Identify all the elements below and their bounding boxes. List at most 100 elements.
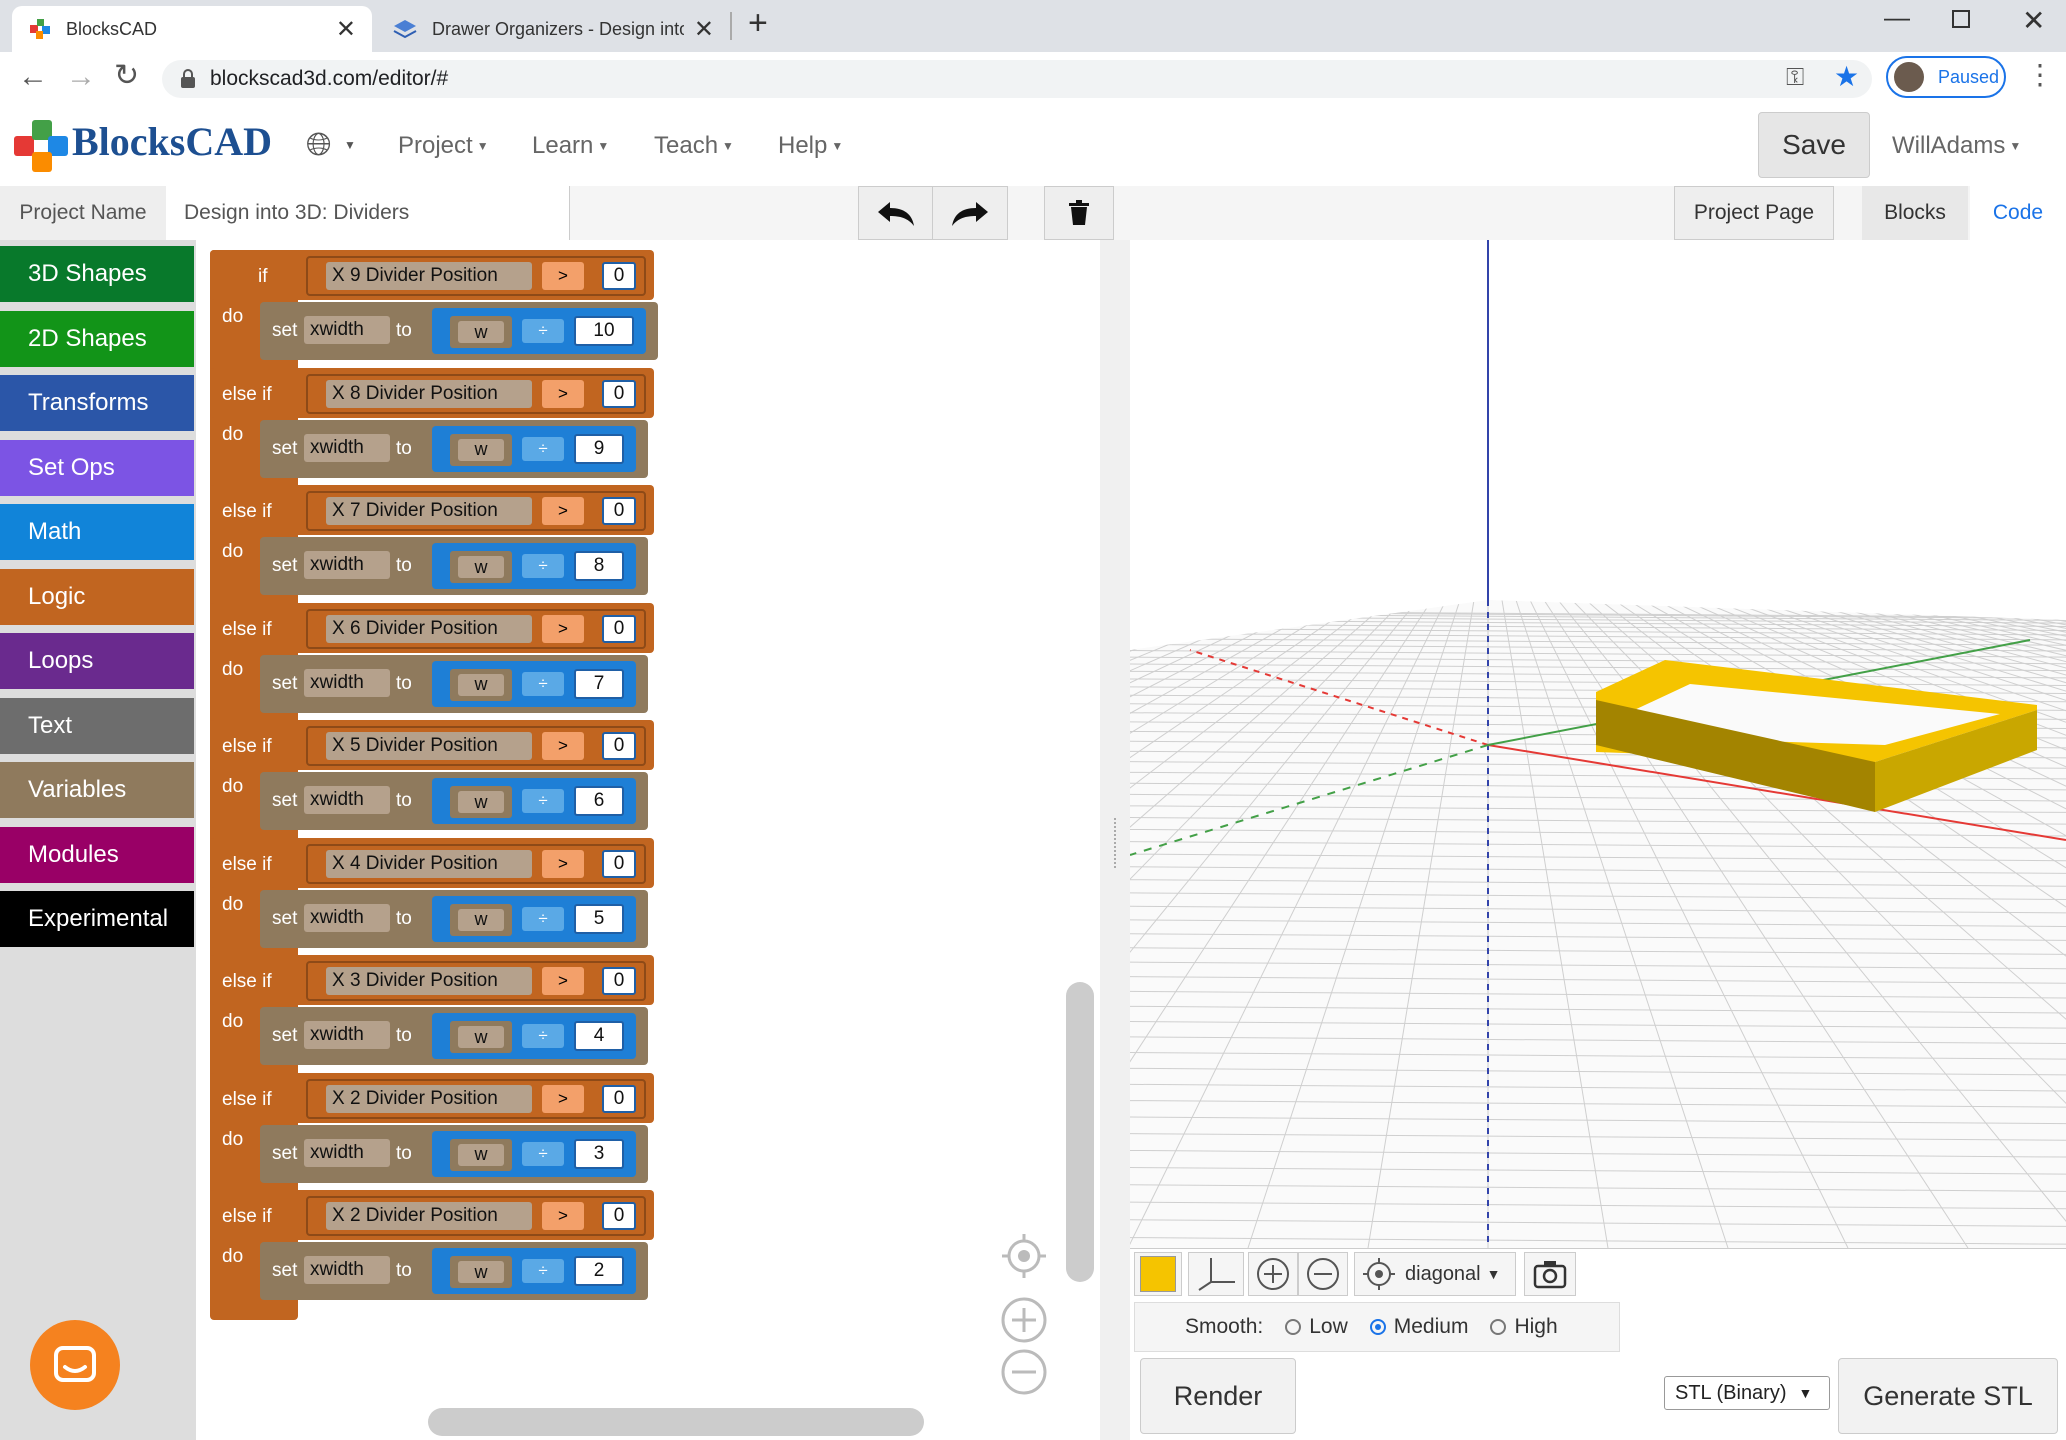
category-variables[interactable]: Variables	[0, 762, 194, 818]
recenter-icon[interactable]	[1000, 1232, 1048, 1285]
smooth-radio-low[interactable]	[1285, 1319, 1302, 1335]
dividend-variable[interactable]: w	[458, 438, 504, 461]
compare-value[interactable]: 0	[602, 732, 636, 760]
render-button[interactable]: Render	[1140, 1358, 1296, 1434]
dividend-variable[interactable]: w	[458, 321, 504, 343]
compare-value[interactable]: 0	[602, 967, 636, 995]
panel-splitter[interactable]	[1100, 240, 1130, 1440]
project-page-button[interactable]: Project Page	[1674, 186, 1834, 240]
blockscad-logo[interactable]	[12, 116, 72, 181]
browser-menu-icon[interactable]: ⋮	[2026, 58, 2054, 91]
browser-tab-blockscad[interactable]: BlocksCAD ✕	[12, 6, 372, 52]
compare-value[interactable]: 0	[602, 497, 636, 525]
divide-operator[interactable]: ÷	[522, 554, 564, 578]
divide-operator[interactable]: ÷	[522, 1141, 564, 1166]
compare-operator[interactable]: >	[542, 379, 584, 408]
dividend-variable[interactable]: w	[458, 673, 504, 696]
restore-window-icon[interactable]	[1952, 10, 1970, 28]
zoom-out-icon[interactable]	[1000, 1348, 1048, 1401]
divide-operator[interactable]: ÷	[522, 1024, 564, 1048]
viewer-zoom-in-button[interactable]	[1248, 1252, 1298, 1296]
category-3d-shapes[interactable]: 3D Shapes	[0, 246, 194, 302]
delete-button[interactable]	[1044, 186, 1114, 240]
redo-button[interactable]	[932, 186, 1008, 240]
project-name-input[interactable]: Design into 3D: Dividers	[166, 186, 570, 240]
compare-operator[interactable]: >	[542, 967, 584, 995]
condition-variable[interactable]: X 5 Divider Position	[326, 732, 532, 760]
condition-variable[interactable]: X 7 Divider Position	[326, 497, 532, 525]
dividend-variable[interactable]: w	[458, 791, 504, 813]
dividend-variable[interactable]: w	[458, 1143, 504, 1166]
compare-value[interactable]: 0	[602, 614, 636, 643]
menu-teach[interactable]: Teach ▼	[654, 106, 734, 186]
undo-button[interactable]	[858, 186, 934, 240]
divisor-value[interactable]: 2	[574, 1256, 624, 1286]
compare-operator[interactable]: >	[542, 1202, 584, 1230]
set-variable-name[interactable]: xwidth	[304, 316, 390, 344]
compare-value[interactable]: 0	[602, 262, 636, 290]
dividend-variable[interactable]: w	[458, 1261, 504, 1283]
category-logic[interactable]: Logic	[0, 568, 194, 625]
condition-variable[interactable]: X 2 Divider Position	[326, 1084, 532, 1113]
divisor-value[interactable]: 10	[574, 316, 634, 346]
smooth-radio-medium[interactable]	[1369, 1319, 1386, 1335]
generate-stl-button[interactable]: Generate STL	[1838, 1358, 2058, 1434]
browser-tab-drawer-organizers[interactable]: Drawer Organizers - Design into ✕	[376, 6, 730, 52]
category-loops[interactable]: Loops	[0, 633, 194, 689]
reload-icon[interactable]: ↻	[114, 58, 139, 93]
chat-launcher-button[interactable]	[30, 1320, 120, 1410]
divisor-value[interactable]: 5	[574, 903, 624, 934]
zoom-in-icon[interactable]	[1000, 1296, 1048, 1349]
menu-learn[interactable]: Learn ▼	[532, 106, 609, 186]
divisor-value[interactable]: 6	[574, 786, 624, 816]
divide-operator[interactable]: ÷	[522, 436, 564, 461]
divide-operator[interactable]: ÷	[522, 906, 564, 931]
user-menu[interactable]: WillAdams ▼	[1892, 106, 2021, 186]
compare-operator[interactable]: >	[542, 614, 584, 643]
smooth-radio-high[interactable]	[1490, 1319, 1507, 1335]
toggle-axes-button[interactable]	[1188, 1252, 1244, 1296]
close-tab-icon[interactable]: ✕	[336, 15, 356, 44]
close-tab-icon[interactable]: ✕	[694, 15, 714, 44]
category-math[interactable]: Math	[0, 504, 194, 560]
new-tab-icon[interactable]: +	[748, 4, 768, 43]
viewer-zoom-out-button[interactable]	[1298, 1252, 1348, 1296]
address-bar[interactable]: blockscad3d.com/editor/#	[162, 60, 1872, 98]
condition-variable[interactable]: X 4 Divider Position	[326, 849, 532, 878]
category-set-ops[interactable]: Set Ops	[0, 439, 194, 496]
set-variable-name[interactable]: xwidth	[304, 903, 390, 932]
dividend-variable[interactable]: w	[458, 1026, 504, 1048]
forward-arrow-icon[interactable]: →	[66, 60, 96, 94]
divisor-value[interactable]: 7	[574, 668, 624, 699]
condition-variable[interactable]: X 2 Divider Position	[326, 1202, 532, 1230]
compare-operator[interactable]: >	[542, 497, 584, 525]
compare-value[interactable]: 0	[602, 379, 636, 408]
export-format-select[interactable]: STL (Binary) ▼	[1664, 1376, 1830, 1410]
tab-blocks[interactable]: Blocks	[1862, 186, 1968, 240]
compare-operator[interactable]: >	[542, 1084, 584, 1113]
vertical-scrollbar[interactable]	[1066, 982, 1094, 1282]
back-arrow-icon[interactable]: ←	[18, 60, 48, 94]
condition-variable[interactable]: X 8 Divider Position	[326, 379, 532, 408]
compare-operator[interactable]: >	[542, 849, 584, 878]
set-variable-name[interactable]: xwidth	[304, 551, 390, 579]
category-modules[interactable]: Modules	[0, 826, 194, 883]
set-variable-name[interactable]: xwidth	[304, 1138, 390, 1167]
set-variable-name[interactable]: xwidth	[304, 433, 390, 462]
save-button[interactable]: Save	[1758, 112, 1870, 178]
set-variable-name[interactable]: xwidth	[304, 668, 390, 697]
divide-operator[interactable]: ÷	[522, 789, 564, 813]
key-icon[interactable]: ⚿	[1786, 64, 1804, 92]
compare-operator[interactable]: >	[542, 262, 584, 290]
divisor-value[interactable]: 8	[574, 551, 624, 581]
category-text[interactable]: Text	[0, 697, 194, 754]
divide-operator[interactable]: ÷	[522, 319, 564, 343]
language-globe-icon[interactable]: 🌐︎	[306, 126, 332, 164]
condition-variable[interactable]: X 9 Divider Position	[326, 262, 532, 290]
view-select[interactable]: diagonal ▼	[1354, 1252, 1516, 1296]
compare-value[interactable]: 0	[602, 1084, 636, 1113]
screenshot-button[interactable]	[1524, 1252, 1576, 1296]
condition-variable[interactable]: X 6 Divider Position	[326, 614, 532, 643]
category-experimental[interactable]: Experimental	[0, 891, 194, 947]
profile-button[interactable]: Paused	[1886, 56, 2006, 98]
